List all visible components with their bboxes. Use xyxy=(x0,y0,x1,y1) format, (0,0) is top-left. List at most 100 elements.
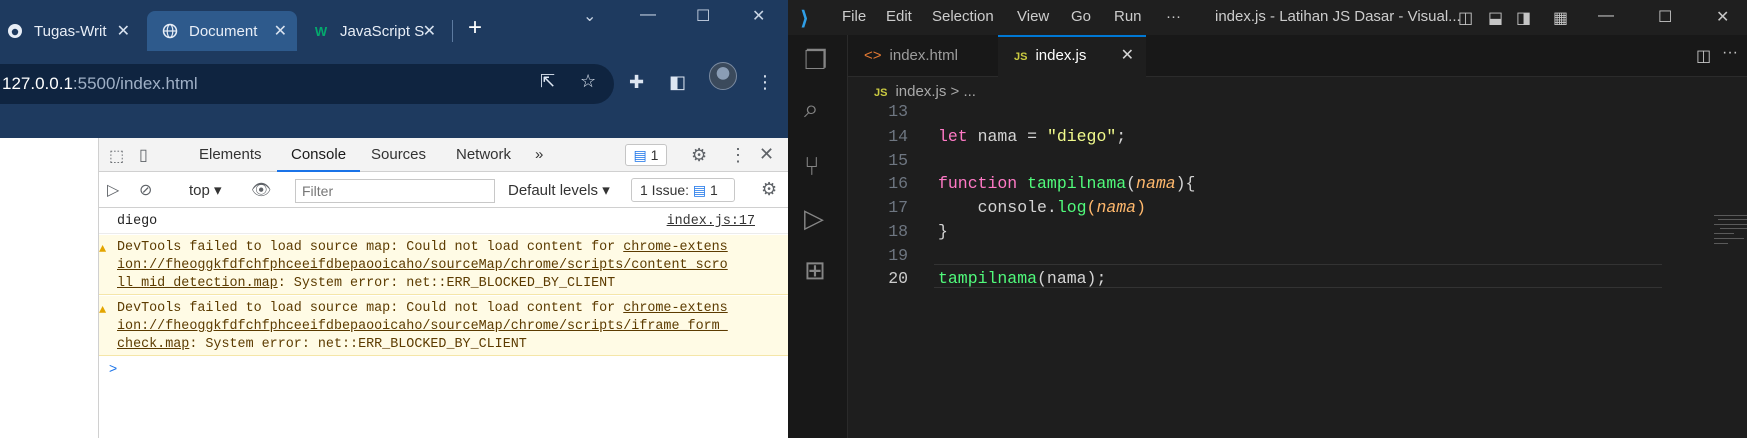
url-input[interactable]: 127.0.0.1:5500/index.html xyxy=(0,64,614,104)
tab-index-html[interactable]: <> index.html xyxy=(848,35,998,77)
breadcrumb-file[interactable]: index.js xyxy=(895,83,946,100)
log-source-link[interactable]: index.js:17 xyxy=(667,210,755,234)
new-tab-icon[interactable]: + xyxy=(468,14,482,42)
close-window-icon[interactable]: ✕ xyxy=(1716,7,1729,27)
html-icon: <> xyxy=(864,47,882,64)
code-line-16: function tampilnama(nama){ xyxy=(938,174,1195,193)
tab-label: Document xyxy=(189,22,258,40)
message-count: 1 xyxy=(650,147,659,163)
minimap[interactable] xyxy=(1714,215,1747,255)
tab-index-js[interactable]: JS index.js ✕ xyxy=(998,35,1146,77)
tab-separator xyxy=(452,20,453,42)
maximize-icon[interactable]: ☐ xyxy=(1658,7,1672,27)
eye-icon[interactable]: 👁 xyxy=(251,180,271,200)
menu-go[interactable]: Go xyxy=(1071,8,1091,25)
device-toggle-icon[interactable]: ▯ xyxy=(139,145,148,165)
tab-console[interactable]: Console xyxy=(277,138,361,172)
tab-elements[interactable]: Elements xyxy=(199,138,262,172)
more-actions-icon[interactable]: ··· xyxy=(1722,44,1738,62)
tab-tugas[interactable]: Tugas-Writ ✕ xyxy=(0,11,140,51)
warning-icon: ▲ xyxy=(99,242,107,256)
close-window-icon[interactable]: ✕ xyxy=(752,6,765,26)
breadcrumb: JS index.js > ... xyxy=(848,77,1747,107)
source-control-icon[interactable]: ⑂ xyxy=(804,151,820,182)
run-debug-icon[interactable]: ▷ xyxy=(804,203,824,234)
close-icon[interactable]: ✕ xyxy=(1121,37,1134,75)
warning-link[interactable]: ion://fheoggkfdfchfphceeifdbepaooicaho/s… xyxy=(117,319,728,334)
vscode-window: ⟩ File Edit Selection View Go Run ··· in… xyxy=(788,0,1747,438)
maximize-icon[interactable]: ☐ xyxy=(696,6,710,26)
tab-network[interactable]: Network xyxy=(456,138,511,172)
menu-view[interactable]: View xyxy=(1017,8,1049,25)
menu-file[interactable]: File xyxy=(842,8,866,25)
context-value: top xyxy=(189,182,210,199)
activity-bar: ❐ ⌕ ⑂ ▷ ⊞ xyxy=(788,35,848,438)
editor-tabs: <> index.html JS index.js ✕ ◫ ··· xyxy=(848,35,1747,77)
keyword: function xyxy=(938,174,1018,193)
extensions-icon[interactable]: ✚ xyxy=(629,72,644,93)
tab-label: index.html xyxy=(889,47,958,64)
levels-select[interactable]: Default levels ▾ xyxy=(508,181,610,199)
minimize-icon[interactable]: — xyxy=(1598,7,1614,25)
warning-link[interactable]: check.map xyxy=(117,337,189,352)
issue-count: 1 xyxy=(710,182,718,198)
more-tabs-icon[interactable]: » xyxy=(535,138,543,172)
menu-run[interactable]: Run xyxy=(1114,8,1142,25)
line-number: 13 xyxy=(888,102,908,121)
menu-edit[interactable]: Edit xyxy=(886,8,912,25)
menu-selection[interactable]: Selection xyxy=(932,8,994,25)
extensions-icon[interactable]: ⊞ xyxy=(804,255,826,286)
chevron-down-icon[interactable]: ⌄ xyxy=(583,6,596,26)
close-icon[interactable]: ✕ xyxy=(423,21,436,41)
object-name: console xyxy=(938,198,1047,217)
line-number: 15 xyxy=(888,151,908,170)
sidepanel-icon[interactable]: ◧ xyxy=(669,72,686,93)
context-select[interactable]: top ▾ xyxy=(189,181,222,199)
tab-sources[interactable]: Sources xyxy=(371,138,426,172)
console-warning-row: ▲ DevTools failed to load source map: Co… xyxy=(99,296,789,356)
kebab-menu-icon[interactable]: ⋮ xyxy=(756,72,774,93)
issues-badge[interactable]: 1 Issue: ▤ 1 xyxy=(631,178,735,202)
issue-label: 1 Issue: xyxy=(640,182,690,198)
close-icon[interactable]: ✕ xyxy=(117,21,130,41)
minimize-icon[interactable]: — xyxy=(640,6,656,24)
devtools-tabbar: ⬚ ▯ Elements Console Sources Network » ▤… xyxy=(99,138,789,172)
toggle-sidebar-icon[interactable]: ◫ xyxy=(1458,8,1473,28)
sidebar-toggle-icon[interactable]: ▷ xyxy=(107,180,119,200)
share-icon[interactable]: ⇱ xyxy=(540,71,555,92)
customize-layout-icon[interactable]: ▦ xyxy=(1553,8,1568,28)
warning-text: : System error: net::ERR_BLOCKED_BY_CLIE… xyxy=(277,276,616,291)
chrome-tabbar: Tugas-Writ ✕ Document ✕ W JavaScript S ✕… xyxy=(0,0,788,60)
search-icon[interactable]: ⌕ xyxy=(804,93,819,125)
warning-icon: ▲ xyxy=(99,303,107,317)
toggle-secondary-sidebar-icon[interactable]: ◨ xyxy=(1516,8,1531,28)
console-prompt[interactable]: > xyxy=(109,360,117,376)
clear-console-icon[interactable]: ⊘ xyxy=(139,180,152,200)
method-name: log xyxy=(1056,198,1087,217)
warning-link[interactable]: ion://fheoggkfdfchfphceeifdbepaooicaho/s… xyxy=(117,258,728,273)
toggle-panel-icon[interactable]: ⬓ xyxy=(1488,8,1503,28)
code-text: ) xyxy=(1136,198,1146,217)
parameter: nama xyxy=(1096,198,1137,217)
menu-more[interactable]: ··· xyxy=(1166,8,1181,25)
split-editor-icon[interactable]: ◫ xyxy=(1696,46,1711,66)
messages-badge[interactable]: ▤ 1 xyxy=(625,144,667,166)
warning-text: : System error: net::ERR_BLOCKED_BY_CLIE… xyxy=(189,337,527,352)
breadcrumb-symbol[interactable]: ... xyxy=(963,83,976,100)
close-icon[interactable]: ✕ xyxy=(274,21,287,41)
filter-input[interactable]: Filter xyxy=(295,179,495,203)
gear-icon[interactable]: ⚙ xyxy=(761,179,777,200)
code-editor[interactable]: 13 14 15 16 17 18 19 20 let nama = "dieg… xyxy=(848,102,1747,438)
star-icon[interactable]: ☆ xyxy=(580,71,596,92)
warning-link[interactable]: chrome-extens xyxy=(623,301,727,316)
close-icon[interactable]: ✕ xyxy=(759,144,774,165)
avatar[interactable] xyxy=(709,62,737,90)
gear-icon[interactable]: ⚙ xyxy=(691,145,707,166)
explorer-icon[interactable]: ❐ xyxy=(804,45,827,76)
warning-link[interactable]: chrome-extens xyxy=(623,240,727,255)
tab-document[interactable]: Document ✕ xyxy=(147,11,297,51)
kebab-menu-icon[interactable]: ⋮ xyxy=(729,145,747,166)
warning-link[interactable]: ll_mid_detection.map xyxy=(117,276,278,291)
tab-javascript[interactable]: W JavaScript S ✕ xyxy=(306,11,446,51)
inspect-icon[interactable]: ⬚ xyxy=(109,146,124,166)
